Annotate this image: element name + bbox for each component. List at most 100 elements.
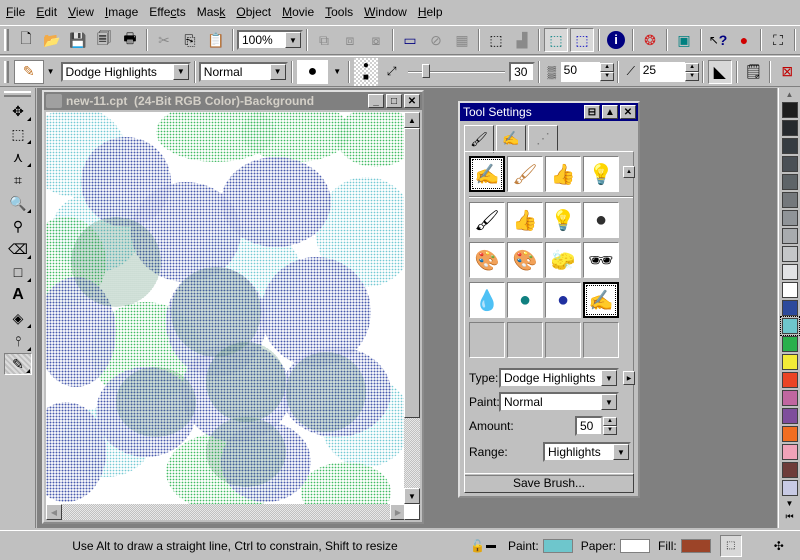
preset-dodge-burn[interactable]: ✍ xyxy=(583,282,619,318)
chevron-down-icon[interactable]: ▼ xyxy=(47,67,55,76)
rectangle-tool-icon[interactable]: □ xyxy=(4,261,32,283)
color-swatch[interactable] xyxy=(782,210,798,226)
navigator-button[interactable] xyxy=(404,504,420,520)
brush-options-icon[interactable]: 🗒 xyxy=(742,60,766,84)
palette-first-icon[interactable]: ⏮ xyxy=(779,510,800,522)
horizontal-scrollbar[interactable]: ◀ ▶ xyxy=(46,504,406,520)
vertical-scrollbar[interactable]: ▲ ▼ xyxy=(404,112,420,504)
close-button[interactable]: ✕ xyxy=(620,105,636,119)
palette-scroll-down-icon[interactable]: ▼ xyxy=(779,498,800,510)
menu-image[interactable]: Image xyxy=(99,3,143,21)
fill-color-swatch[interactable] xyxy=(680,538,711,553)
mask-mode-icon[interactable]: ▟ xyxy=(510,28,534,52)
preset-empty[interactable] xyxy=(583,322,619,358)
paste-icon[interactable]: 📋 xyxy=(204,28,228,52)
preset-smear[interactable]: 👍 xyxy=(507,202,543,238)
scroll-up-button[interactable]: ▲ xyxy=(404,112,420,128)
chevron-down-icon[interactable]: ▼ xyxy=(285,32,301,48)
mask-checkerboard-icon[interactable]: ▦ xyxy=(450,28,474,52)
navigator-icon[interactable]: ✣ xyxy=(768,535,790,557)
menu-tools[interactable]: Tools xyxy=(319,3,358,21)
fullscreen-icon[interactable]: ⛶ xyxy=(766,28,790,52)
amount-field[interactable]: 50 xyxy=(575,416,603,436)
menu-mask[interactable]: Mask xyxy=(191,3,231,21)
nib-size-slider[interactable] xyxy=(408,62,506,82)
new-icon[interactable]: 🗋 xyxy=(14,28,38,52)
toolbox-grip[interactable] xyxy=(4,91,31,97)
ungroup-icon[interactable]: ⧈ xyxy=(338,28,362,52)
save-brush-button[interactable]: Save Brush... xyxy=(464,473,634,493)
preset-blue-ball[interactable]: ● xyxy=(545,282,581,318)
color-swatch[interactable] xyxy=(782,462,798,478)
transparency-spinner[interactable]: ▲ ▼ xyxy=(600,62,614,81)
brush-stroke-tab[interactable]: ⋰ xyxy=(528,125,558,151)
paint-select[interactable]: Normal ▼ xyxy=(499,392,619,412)
color-swatch[interactable] xyxy=(782,282,798,298)
paint-color-swatch[interactable] xyxy=(542,538,573,553)
combine-icon[interactable]: ⧇ xyxy=(364,28,388,52)
color-swatch[interactable] xyxy=(782,156,798,172)
rectangle-mask-tool-icon[interactable]: ⬚ xyxy=(4,123,32,145)
recent-brush-lightbulb[interactable]: 💡 xyxy=(583,156,619,192)
color-swatch[interactable] xyxy=(780,316,800,336)
chevron-down-icon[interactable]: ▼ xyxy=(333,67,341,76)
nib-shape-icon[interactable]: ● xyxy=(296,59,329,84)
effect-tool-icon[interactable]: ⫯ xyxy=(4,330,32,352)
color-swatch[interactable] xyxy=(782,192,798,208)
crop-tool-icon[interactable]: ⌗ xyxy=(4,169,32,191)
color-swatch[interactable] xyxy=(782,102,798,118)
preset-empty[interactable] xyxy=(469,322,505,358)
color-swatch[interactable] xyxy=(782,444,798,460)
brush-picker-icon[interactable]: ✎ xyxy=(13,59,44,84)
chevron-down-icon[interactable]: ▼ xyxy=(613,444,629,460)
apple-icon[interactable]: ● xyxy=(732,28,756,52)
color-swatch[interactable] xyxy=(782,174,798,190)
brush-nib-tab[interactable]: ✍ xyxy=(496,125,526,151)
mask-overlay-icon[interactable]: ⬚ xyxy=(570,28,594,52)
scroll-down-button[interactable]: ▼ xyxy=(404,488,420,504)
scroll-thumb[interactable] xyxy=(404,128,420,418)
preset-teal-ball[interactable]: ● xyxy=(507,282,543,318)
brush-settings-tab[interactable]: 🖌 xyxy=(464,125,494,153)
text-tool-icon[interactable]: A xyxy=(4,284,32,306)
copy-icon[interactable]: ⎘ xyxy=(178,28,202,52)
brush-type-combo[interactable]: Dodge Highlights ▼ xyxy=(60,61,191,82)
fill-tool-icon[interactable]: ◈ xyxy=(4,307,32,329)
eraser-tool-icon[interactable]: ⌫ xyxy=(4,238,32,260)
save-as-icon[interactable]: 🗐 xyxy=(92,28,116,52)
preset-hue-right[interactable]: 🎨 xyxy=(507,242,543,278)
dock-button[interactable]: ⊟ xyxy=(584,105,600,119)
menu-file[interactable]: File xyxy=(0,3,30,21)
color-swatch[interactable] xyxy=(782,336,798,352)
preset-empty[interactable] xyxy=(545,322,581,358)
chevron-down-icon[interactable]: ▼ xyxy=(601,370,617,386)
brush-tool-icon[interactable]: ✎ xyxy=(4,353,32,375)
preset-lightbulb[interactable]: 💡 xyxy=(545,202,581,238)
object-picker-icon[interactable]: ❂ xyxy=(638,28,662,52)
recent-brush-brush[interactable]: 🖌 xyxy=(507,156,543,192)
zoom-combo[interactable]: 100% ▼ xyxy=(237,30,303,50)
color-swatch[interactable] xyxy=(782,228,798,244)
info-icon[interactable]: i xyxy=(604,28,628,52)
menu-edit[interactable]: Edit xyxy=(30,3,62,21)
minimize-button[interactable]: _ xyxy=(368,94,384,108)
color-swatch[interactable] xyxy=(782,372,798,388)
menu-help[interactable]: Help xyxy=(412,3,448,21)
preset-sphere[interactable]: ● xyxy=(583,202,619,238)
cut-icon[interactable]: ✂ xyxy=(152,28,176,52)
zoom-tool-icon[interactable]: 🔍 xyxy=(4,192,32,214)
amount-spinner[interactable]: ▲ ▼ xyxy=(603,417,617,435)
type-select[interactable]: Dodge Highlights ▼ xyxy=(499,368,619,388)
color-swatch[interactable] xyxy=(782,264,798,280)
nib-size-field[interactable]: 30 xyxy=(509,61,535,82)
color-swatch[interactable] xyxy=(782,138,798,154)
scroll-left-button[interactable]: ◀ xyxy=(46,504,62,520)
mask-transform-tool-icon[interactable]: ⋏ xyxy=(4,146,32,168)
transparency-field[interactable]: 50 xyxy=(560,61,601,82)
mask-marquee-icon[interactable]: ⬚ xyxy=(544,28,568,52)
tool-settings-titlebar[interactable]: Tool Settings ⊟ ▲ ✕ xyxy=(460,103,638,121)
print-icon[interactable]: 🖶 xyxy=(118,28,142,52)
eyedropper-tool-icon[interactable]: ⚲ xyxy=(4,215,32,237)
color-swatch[interactable] xyxy=(782,246,798,262)
paper-color-swatch[interactable] xyxy=(620,538,651,553)
